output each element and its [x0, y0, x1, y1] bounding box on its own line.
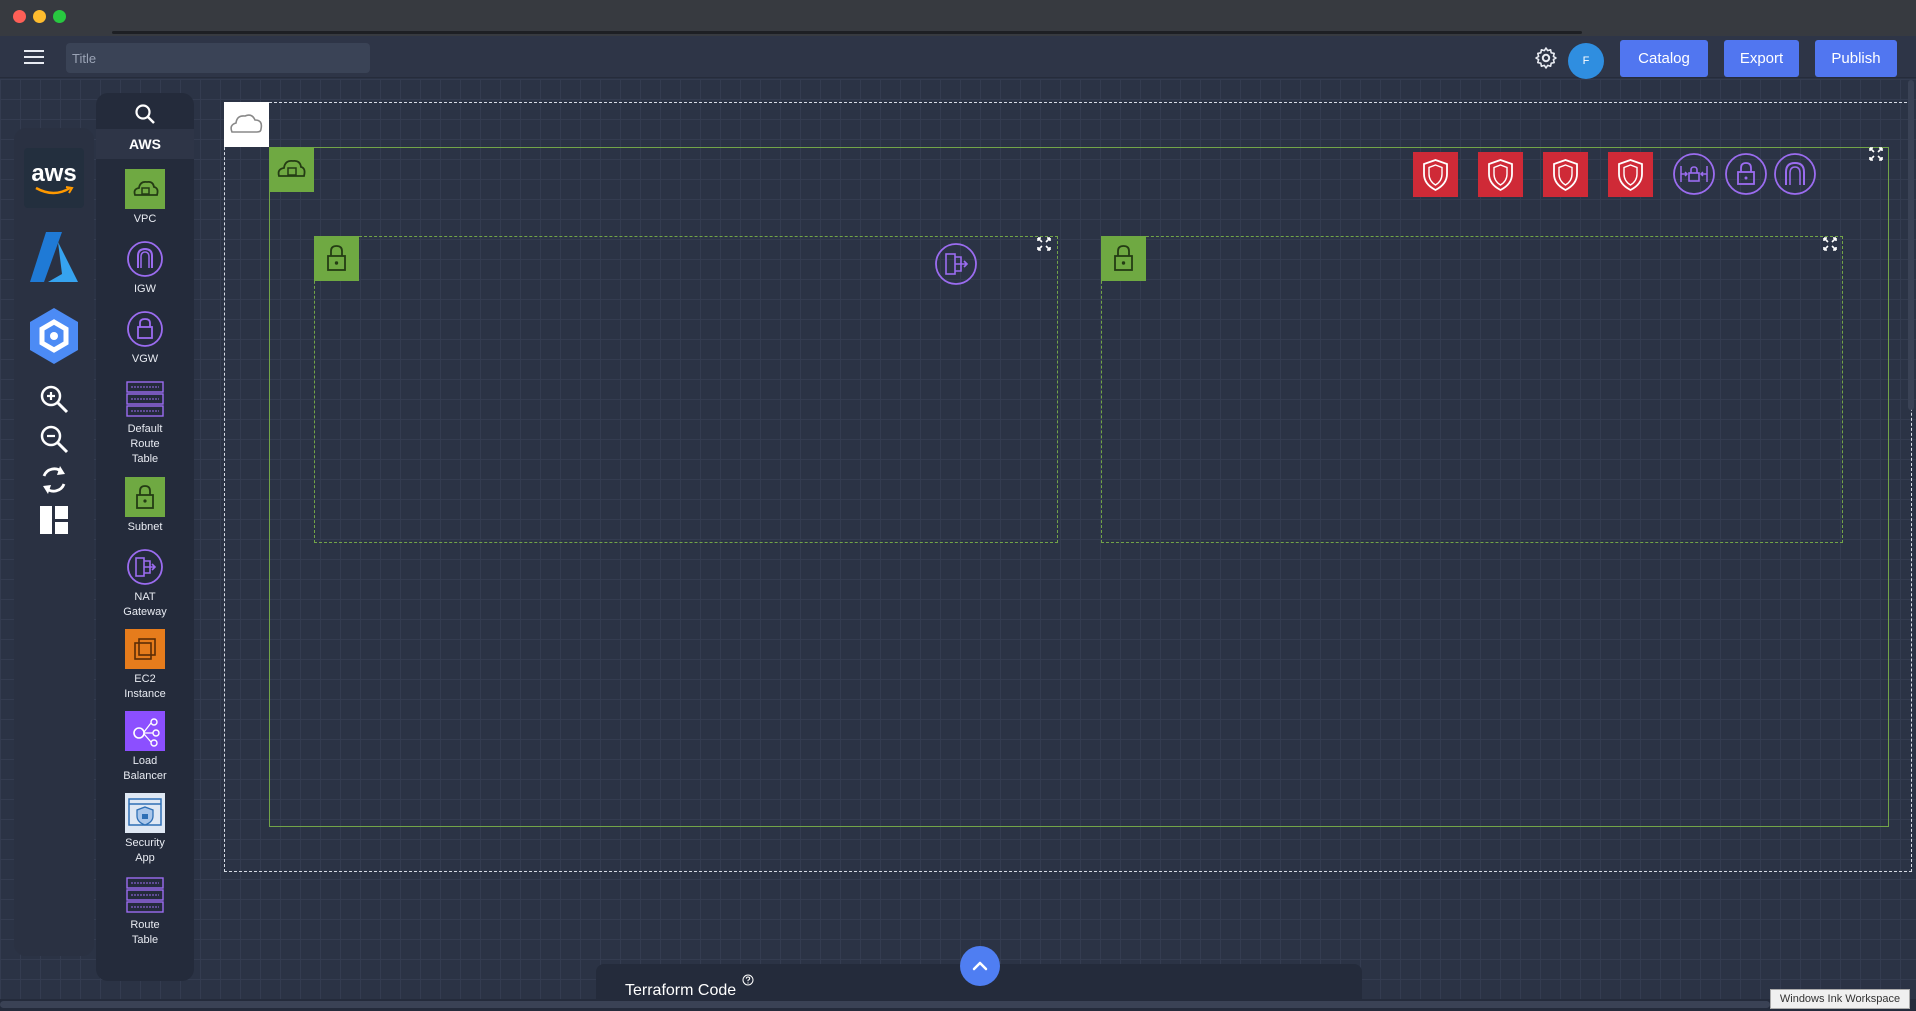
horizontal-scrollbar[interactable]	[0, 999, 1916, 1011]
vertical-scrollbar[interactable]	[1908, 80, 1914, 410]
vpc-icon[interactable]	[269, 147, 314, 192]
terraform-code-label: Terraform Code	[625, 982, 737, 999]
palette-item-label: NAT Gateway	[123, 591, 167, 618]
cloud-icon[interactable]	[224, 102, 269, 147]
search-icon[interactable]	[132, 101, 158, 127]
close-vpc-icon[interactable]	[1868, 146, 1884, 162]
subnet-icon[interactable]	[1101, 236, 1146, 281]
export-button[interactable]: Export	[1724, 40, 1799, 77]
palette-item-label: Subnet	[127, 521, 163, 533]
windows-ink-workspace-label[interactable]: Windows Ink Workspace	[1770, 989, 1910, 1009]
palette-item-load-balancer[interactable]: Load Balancer	[96, 711, 194, 784]
zoom-in-icon[interactable]	[38, 383, 70, 415]
zoom-out-icon[interactable]	[38, 423, 70, 455]
shield-icon[interactable]	[1413, 152, 1458, 197]
scrollbar-thumb[interactable]	[0, 1001, 1770, 1008]
address-bar	[112, 31, 1582, 34]
title-input[interactable]	[66, 43, 370, 73]
nat-gateway-icon	[127, 549, 163, 585]
vpn-endpoint-icon[interactable]	[1672, 152, 1716, 196]
close-subnet-icon[interactable]	[1822, 236, 1838, 252]
subnet-container[interactable]	[1101, 236, 1843, 543]
palette-heading: AWS	[96, 129, 194, 159]
aws-logo-text: aws	[31, 160, 77, 187]
shield-icon[interactable]	[1543, 152, 1588, 197]
gear-icon[interactable]	[1534, 46, 1558, 70]
palette-item-label: Default Route Table	[127, 423, 163, 465]
palette-item-default-route-table[interactable]: Default Route Table	[96, 379, 194, 467]
chevron-up-icon	[972, 961, 988, 971]
window-titlebar	[0, 0, 1916, 36]
palette-item-label: Load Balancer	[123, 755, 167, 782]
aws-provider-button[interactable]: aws	[24, 148, 84, 208]
palette-item-nat-gateway[interactable]: NAT Gateway	[96, 547, 194, 620]
vgw-icon[interactable]	[1724, 152, 1768, 196]
azure-provider-icon[interactable]	[24, 228, 84, 288]
vpc-icon	[125, 169, 165, 209]
igw-icon[interactable]	[1773, 152, 1817, 196]
ec2-icon	[125, 629, 165, 669]
hamburger-menu-icon[interactable]	[24, 50, 44, 64]
provider-toolbar: aws	[14, 128, 94, 956]
aws-smile-icon	[35, 186, 74, 195]
close-window-button[interactable]	[13, 10, 26, 23]
palette-item-security-app[interactable]: Security App	[96, 793, 194, 866]
palette-item-label: EC2 Instance	[124, 673, 166, 700]
palette-item-label: IGW	[134, 283, 156, 295]
maximize-window-button[interactable]	[53, 10, 66, 23]
palette-item-label: VGW	[131, 353, 159, 365]
publish-button[interactable]: Publish	[1815, 40, 1897, 77]
palette-item-subnet[interactable]: Subnet	[96, 477, 194, 535]
minimize-window-button[interactable]	[33, 10, 46, 23]
igw-icon	[127, 241, 163, 277]
component-palette: AWS VPC IGW VGW Default Route Table Subn…	[96, 93, 194, 981]
shield-icon[interactable]	[1608, 152, 1653, 197]
palette-item-route-table[interactable]: Route Table	[96, 875, 194, 948]
palette-item-igw[interactable]: IGW	[96, 239, 194, 297]
nat-gateway-icon[interactable]	[934, 242, 978, 286]
palette-item-vpc[interactable]: VPC	[96, 169, 194, 227]
close-subnet-icon[interactable]	[1036, 236, 1052, 252]
route-table-icon	[126, 877, 164, 913]
shield-icon[interactable]	[1478, 152, 1523, 197]
user-avatar[interactable]: F	[1568, 43, 1604, 79]
subnet-icon[interactable]	[314, 236, 359, 281]
expand-panel-button[interactable]	[960, 946, 1000, 986]
catalog-button[interactable]: Catalog	[1620, 40, 1708, 77]
help-icon[interactable]	[742, 974, 754, 986]
load-balancer-icon	[125, 711, 165, 751]
palette-item-label: Route Table	[130, 919, 160, 946]
route-table-icon	[126, 381, 164, 417]
app-header: F Catalog Export Publish	[0, 36, 1916, 79]
gcp-provider-icon[interactable]	[24, 306, 84, 366]
subnet-icon	[125, 477, 165, 517]
palette-item-ec2-instance[interactable]: EC2 Instance	[96, 629, 194, 702]
vgw-icon	[127, 311, 163, 347]
palette-item-vgw[interactable]: VGW	[96, 309, 194, 367]
palette-item-label: VPC	[133, 213, 157, 225]
palette-item-label: Security App	[125, 837, 165, 864]
security-app-icon	[125, 793, 165, 833]
refresh-icon[interactable]	[38, 464, 70, 496]
layout-icon[interactable]	[38, 504, 70, 536]
